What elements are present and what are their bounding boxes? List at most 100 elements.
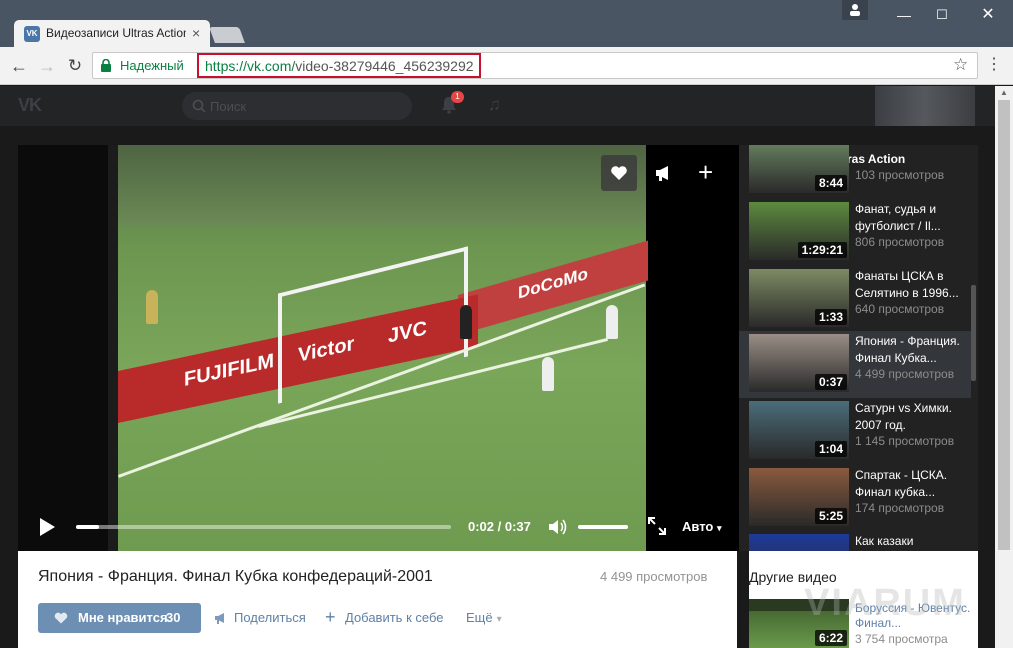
megaphone-share-icon — [215, 613, 224, 624]
playlist-item-thumbnail[interactable]: 1:33 — [749, 269, 849, 327]
goalkeeper-figure — [460, 305, 472, 339]
playlist-item-duration: 1:04 — [814, 441, 847, 457]
billboard-text: DoCoMo — [518, 263, 588, 303]
volume-slider[interactable] — [578, 525, 628, 529]
playlist-item-views: 640 просмотров — [855, 302, 945, 316]
playlist-item[interactable]: 0:37 Япония - Франция. Финал Кубка... 4 49… — [739, 331, 971, 398]
bookmark-star-icon[interactable]: ☆ — [953, 55, 968, 75]
playlist-scrollbar-thumb[interactable] — [971, 285, 976, 381]
video-info-panel: Япония - Франция. Финал Кубка конфедерац… — [18, 551, 737, 648]
playlist-item-duration: 1:29:21 — [797, 242, 847, 258]
person-icon — [850, 4, 860, 16]
playlist-item[interactable]: 1:04 Сатурн vs Химки. 2007 год. 1 145 прос… — [739, 398, 971, 465]
heart-icon — [611, 166, 627, 180]
playlist-item-title[interactable]: Фанат, судья и футболист / Il... — [855, 201, 965, 235]
playlist-item-title[interactable]: Как казаки — [855, 533, 965, 551]
tab-title: Видеозаписи Ultras Action — [46, 26, 186, 40]
scroll-up-arrow-icon[interactable]: ▲ — [995, 86, 1013, 100]
vk-logo[interactable]: VK — [18, 95, 42, 116]
playlist-item-title[interactable]: Спартак - ЦСКА. Финал кубка... — [855, 467, 965, 501]
music-note-icon[interactable]: ♫ — [488, 95, 501, 115]
quality-selector[interactable]: Авто ▾ — [682, 519, 722, 534]
search-input[interactable] — [210, 97, 390, 115]
like-count: 30 — [166, 610, 181, 625]
volume-slider-fill — [578, 525, 628, 529]
seek-bar[interactable] — [76, 525, 451, 529]
video-like-overlay-button[interactable] — [601, 155, 637, 191]
new-tab-button[interactable] — [209, 27, 245, 43]
playlist-item-title[interactable]: Сатурн vs Химки. 2007 год. — [855, 400, 965, 434]
notification-badge: 1 — [451, 91, 464, 103]
playlist-item-thumbnail[interactable]: 8:44 — [749, 145, 849, 193]
playlist-item-title[interactable]: Япония - Франция. Финал Кубка... — [855, 333, 965, 367]
forward-arrow-icon[interactable]: → — [36, 55, 58, 77]
playlist-scrollbar[interactable] — [971, 175, 976, 551]
playlist-item[interactable]: 1:29:21 Фанат, судья и футболист / Il... 8… — [739, 199, 971, 266]
megaphone-share-icon[interactable] — [654, 163, 674, 183]
other-video-views: 3 754 просмотра — [855, 632, 948, 646]
page-scrollbar[interactable]: ▲ — [995, 86, 1013, 648]
billboard-text: FUJIFILM — [184, 349, 274, 391]
video-frame: DoCoMo FUJIFILM Victor JVC — [118, 145, 648, 551]
playlist-item-views: 174 просмотров — [855, 501, 945, 515]
playlist-item-views: 1 145 просмотров — [855, 434, 955, 448]
playlist-item-thumbnail[interactable]: 1:29:21 — [749, 202, 849, 260]
footballer-figure — [606, 305, 618, 339]
playlist-item-views: 806 просмотров — [855, 235, 945, 249]
video-title: Япония - Франция. Финал Кубка конфедерац… — [38, 568, 433, 585]
playlist-item-thumbnail[interactable]: 0:37 — [749, 334, 849, 392]
billboard-right: DoCoMo — [458, 240, 648, 335]
other-video-duration: 6:22 — [814, 630, 847, 646]
search-icon — [192, 99, 206, 113]
lock-icon — [101, 59, 111, 72]
more-label: Ещё — [466, 610, 493, 625]
footballer-figure — [542, 357, 554, 391]
referee-figure — [146, 290, 158, 324]
playlist-item[interactable]: 8:44 103 просмотров — [739, 145, 971, 199]
fullscreen-icon[interactable] — [648, 517, 666, 535]
back-arrow-icon[interactable]: ← — [8, 55, 30, 77]
playlist-item-title[interactable] — [855, 145, 965, 168]
playlist-panel: Видеозаписи Ultras Action 8:44103 просмо… — [739, 145, 978, 551]
playlist-item-title[interactable]: Фанаты ЦСКА в Селятино в 1996... — [855, 268, 965, 302]
vk-search-box[interactable] — [182, 92, 412, 120]
playlist-item-thumbnail[interactable]: 1:04 — [749, 401, 849, 459]
playlist-item-duration: 5:25 — [814, 508, 847, 524]
tab-close-icon[interactable]: × — [192, 25, 200, 41]
window-minimize-button[interactable]: — — [886, 0, 922, 30]
vk-favicon-icon: VK — [24, 26, 40, 42]
play-icon[interactable] — [38, 517, 56, 537]
playlist-item-duration: 8:44 — [814, 175, 847, 191]
playlist-item-thumbnail[interactable] — [749, 534, 849, 551]
browser-titlebar: VK Видеозаписи Ultras Action × — ☐ ✕ — [0, 0, 1013, 47]
video-player[interactable]: DoCoMo FUJIFILM Victor JVC + 0:02 / 0:37 — [18, 145, 739, 551]
playlist-item[interactable]: 5:25 Спартак - ЦСКА. Финал кубка... 174 пр… — [739, 465, 971, 532]
time-display: 0:02 / 0:37 — [468, 519, 531, 534]
heart-icon — [54, 612, 68, 624]
playlist-item-duration: 1:33 — [814, 309, 847, 325]
viarum-watermark: VIARUM — [804, 582, 966, 624]
url-text: https://vk.com/video-38279446_456239292 — [205, 58, 474, 74]
playlist-item-duration: 0:37 — [814, 374, 847, 390]
share-label: Поделиться — [234, 610, 306, 625]
browser-toolbar: ← → ↻ Надежный https://vk.com/video-3827… — [0, 47, 1013, 85]
playlist-item-thumbnail[interactable]: 5:25 — [749, 468, 849, 526]
add-plus-icon[interactable]: + — [698, 157, 713, 187]
user-profile-menu[interactable] — [875, 86, 975, 126]
page-scrollbar-thumb[interactable] — [998, 100, 1010, 550]
like-button[interactable]: Мне нравится 30 — [38, 603, 201, 633]
window-maximize-button[interactable]: ☐ — [924, 0, 960, 30]
browser-menu-icon[interactable]: ⋮ — [986, 55, 1002, 75]
url-highlight-box[interactable]: https://vk.com/video-38279446_456239292 — [197, 53, 481, 78]
seek-bar-fill — [76, 525, 99, 529]
playlist-item[interactable]: Как казаки — [739, 531, 971, 551]
reload-icon[interactable]: ↻ — [64, 55, 86, 77]
window-close-button[interactable]: ✕ — [968, 0, 1008, 30]
more-button[interactable]: Ещё ▾ — [466, 610, 502, 625]
address-bar[interactable]: Надежный https://vk.com/video-38279446_4… — [92, 52, 978, 79]
volume-icon[interactable] — [548, 518, 568, 536]
secure-label: Надежный — [120, 58, 184, 73]
url-path: video-38279446_456239292 — [295, 58, 474, 74]
playlist-item[interactable]: 1:33 Фанаты ЦСКА в Селятино в 1996... 640 … — [739, 266, 971, 333]
browser-tab-active[interactable]: VK Видеозаписи Ultras Action × — [14, 20, 210, 47]
